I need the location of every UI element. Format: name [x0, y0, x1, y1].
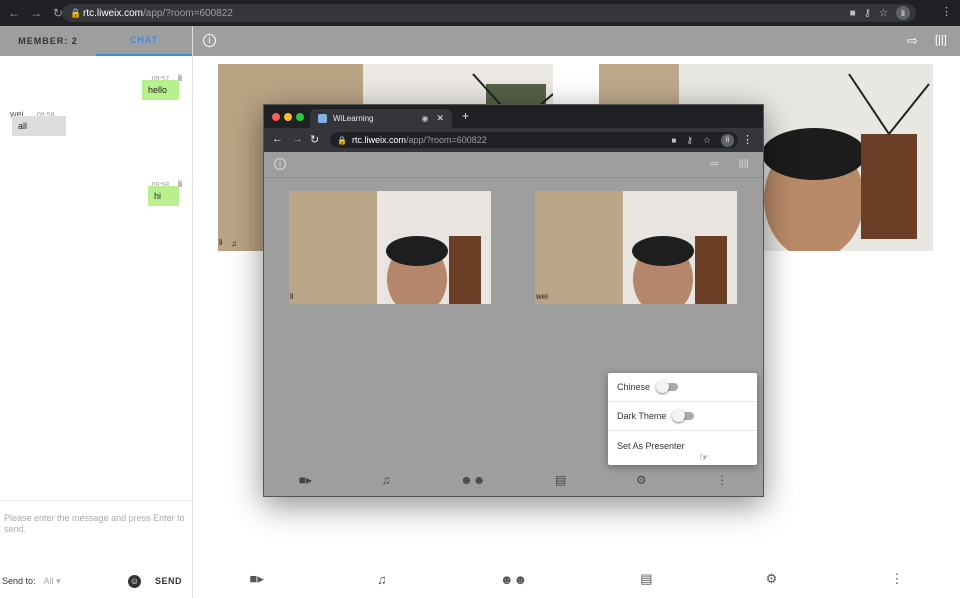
- video-label: wei: [536, 292, 549, 301]
- star-icon[interactable]: ☆: [879, 8, 888, 19]
- minimize-window-icon[interactable]: [284, 113, 292, 121]
- video-label: li: [290, 292, 294, 301]
- tab-favicon-icon: [318, 114, 327, 123]
- browser-menu-icon[interactable]: ⋮: [742, 133, 753, 146]
- forward-icon[interactable]: →: [292, 133, 303, 145]
- dropdown-arrow-icon: ▾: [56, 575, 61, 586]
- members-icon[interactable]: ☻☻: [500, 572, 527, 587]
- tab-member[interactable]: MEMBER: 2: [0, 26, 96, 56]
- hand-cursor-icon: ☞: [699, 452, 709, 464]
- tab-chat[interactable]: CHAT: [96, 26, 192, 56]
- address-bar[interactable]: 🔒 rtc.liweix.com/app/?room=600822 ■ ⚷ ☆ …: [62, 4, 916, 22]
- dark-theme-toggle[interactable]: [672, 409, 695, 422]
- chat-icon[interactable]: ▤: [555, 473, 566, 487]
- broadcast-icon[interactable]: [||]: [739, 158, 749, 168]
- exit-icon[interactable]: ⇨: [710, 157, 719, 170]
- settings-icon[interactable]: ⚙: [766, 571, 778, 587]
- send-to-value: All: [43, 575, 54, 586]
- browser-toolbar: ← → ↻ 🔒 rtc.liweix.com/app/?room=600822 …: [0, 0, 960, 26]
- profile-avatar[interactable]: li: [721, 133, 734, 147]
- video-tile[interactable]: li: [289, 191, 491, 304]
- menu-item-set-as-presenter[interactable]: Set As Presenter: [608, 431, 757, 460]
- camera-icon[interactable]: ■▸: [299, 473, 312, 487]
- url-host: rtc.liweix.com: [351, 135, 406, 145]
- reload-icon[interactable]: ↻: [310, 133, 319, 146]
- settings-icon[interactable]: ⚙: [636, 473, 647, 487]
- members-icon[interactable]: ☻☻: [460, 473, 485, 487]
- inner-control-bar: ■▸ ♫ ☻☻ ▤ ⚙ ⋮: [264, 464, 763, 496]
- inner-app-topbar: i ⇨ [||]: [264, 152, 763, 178]
- message-bubble: hello: [142, 80, 179, 100]
- browser-window: ← → ↻ 🔒 rtc.liweix.com/app/?room=600822 …: [0, 0, 960, 598]
- video-frame: [535, 191, 737, 304]
- exit-icon[interactable]: ⇨: [907, 34, 918, 47]
- mic-off-icon[interactable]: ♫: [382, 473, 391, 487]
- send-button[interactable]: SEND: [155, 576, 182, 586]
- lock-icon: 🔒: [70, 8, 82, 18]
- maximize-window-icon[interactable]: [296, 113, 304, 121]
- close-window-icon[interactable]: [272, 113, 280, 121]
- menu-item-dark-theme[interactable]: Dark Theme: [608, 402, 757, 431]
- tab-title: WiLearning: [333, 114, 374, 123]
- info-icon[interactable]: i: [274, 158, 286, 170]
- url-host: rtc.liweix.com: [83, 7, 144, 19]
- message-input[interactable]: Please enter the message and press Enter…: [0, 501, 192, 535]
- more-icon[interactable]: ⋮: [716, 473, 728, 487]
- forward-icon[interactable]: →: [26, 6, 46, 20]
- chat-icon[interactable]: ▤: [640, 571, 652, 587]
- message-bubble: all: [12, 116, 66, 136]
- inner-tab[interactable]: WiLearning ◉ ✕: [310, 109, 452, 128]
- profile-avatar[interactable]: li: [896, 6, 910, 20]
- star-icon[interactable]: ☆: [703, 135, 711, 146]
- camera-indicator-icon[interactable]: ■: [671, 136, 676, 145]
- mic-off-icon[interactable]: ♫: [377, 572, 387, 587]
- recording-icon: ◉: [421, 114, 429, 123]
- side-panel: MEMBER: 2 CHAT 09:57 li hello wei 09:58 …: [0, 26, 193, 598]
- chat-messages: 09:57 li hello wei 09:58 all 09:58 li hi: [0, 56, 192, 356]
- url-path: /app/?room=600822: [405, 135, 487, 145]
- inner-address-bar[interactable]: 🔒 rtc.liweix.com/app/?room=600822 ■ ⚷ ☆ …: [330, 132, 738, 148]
- key-icon[interactable]: ⚷: [686, 135, 693, 146]
- camera-icon[interactable]: ■▸: [250, 571, 264, 587]
- info-icon[interactable]: i: [203, 34, 216, 47]
- menu-item-label: Set As Presenter: [617, 440, 685, 451]
- main-topbar: i ⇨ [||]: [193, 26, 960, 56]
- url-path: /app/?room=600822: [143, 7, 233, 19]
- back-icon[interactable]: ←: [272, 133, 283, 145]
- menu-item-label: Dark Theme: [617, 411, 667, 421]
- inner-browser-window: WiLearning ◉ ✕ + ← → ↻ 🔒 rtc.liweix.com/…: [263, 104, 764, 497]
- mic-muted-icon: ♫: [231, 239, 237, 248]
- video-frame: [289, 191, 491, 304]
- broadcast-icon[interactable]: [||]: [935, 34, 947, 47]
- send-to-select[interactable]: All ▾: [44, 576, 61, 587]
- video-tile[interactable]: wei: [535, 191, 737, 304]
- send-row: Send to: All ▾ ☺ SEND: [0, 574, 192, 588]
- browser-menu-icon[interactable]: ⋮: [941, 5, 952, 18]
- tab-close-icon[interactable]: ✕: [436, 113, 444, 124]
- video-label: li: [219, 238, 223, 247]
- main-control-bar: ■▸ ♫ ☻☻ ▤ ⚙ ⋮: [193, 560, 960, 598]
- more-icon[interactable]: ⋮: [890, 571, 903, 587]
- menu-item-chinese[interactable]: Chinese: [608, 373, 757, 402]
- side-tabs: MEMBER: 2 CHAT: [0, 26, 192, 56]
- back-icon[interactable]: ←: [4, 6, 24, 20]
- send-to-label: Send to:: [2, 576, 36, 586]
- settings-menu: Chinese Dark Theme Set As Presenter ☞: [608, 373, 757, 465]
- menu-item-label: Chinese: [617, 382, 651, 392]
- message-bubble: hi: [148, 186, 179, 206]
- message-composer: Please enter the message and press Enter…: [0, 500, 192, 598]
- camera-indicator-icon[interactable]: ■: [850, 8, 856, 19]
- inner-titlebar: WiLearning ◉ ✕ +: [264, 105, 763, 128]
- lock-icon: 🔒: [337, 135, 347, 145]
- inner-toolbar: ← → ↻ 🔒 rtc.liweix.com/app/?room=600822 …: [264, 128, 763, 152]
- key-icon[interactable]: ⚷: [864, 8, 871, 19]
- new-tab-icon[interactable]: +: [462, 109, 469, 123]
- emoji-icon[interactable]: ☺: [127, 574, 141, 588]
- chinese-toggle[interactable]: [656, 380, 679, 393]
